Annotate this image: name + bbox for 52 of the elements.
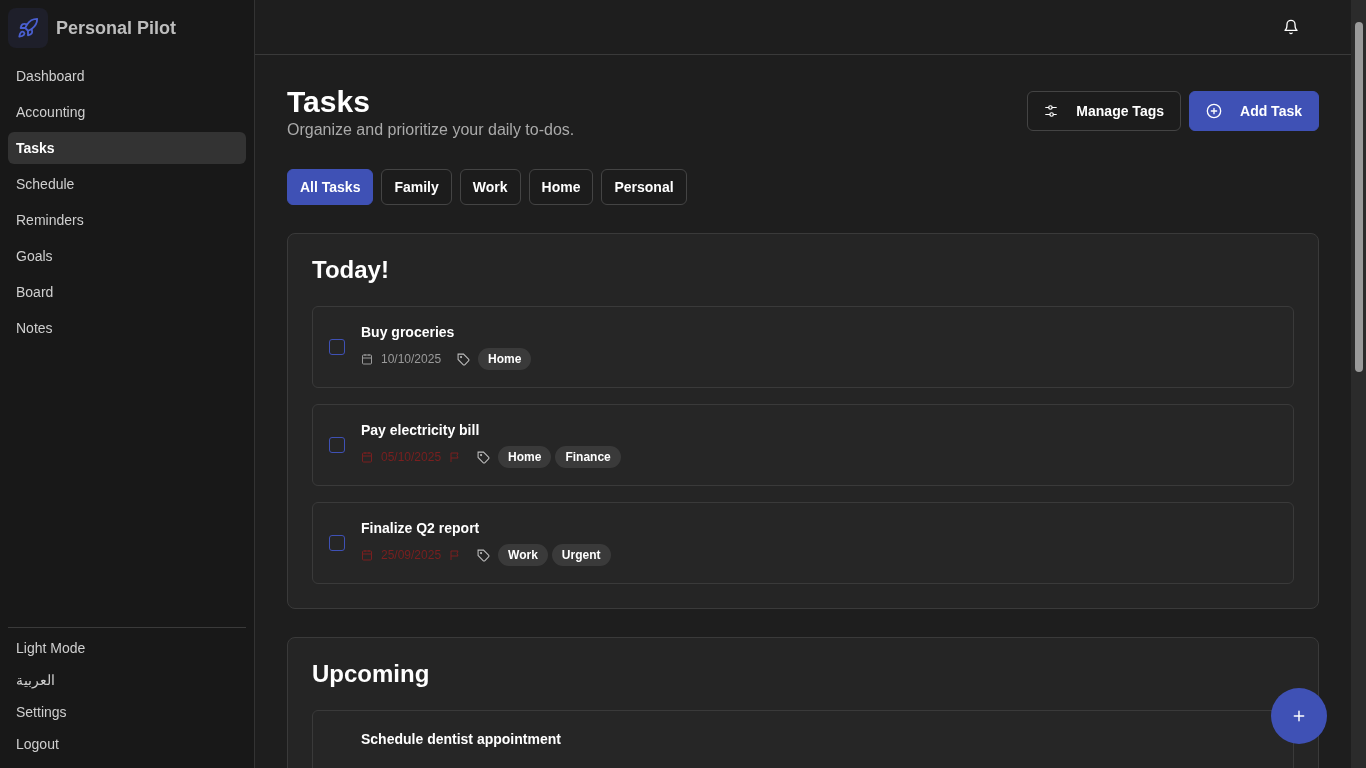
calendar-icon xyxy=(361,353,373,365)
sidebar-item[interactable]: Accounting xyxy=(8,96,246,128)
task-title: Finalize Q2 report xyxy=(361,520,481,536)
plus-icon xyxy=(1292,709,1306,723)
checkbox[interactable] xyxy=(329,535,345,551)
task-title: Pay electricity bill xyxy=(361,422,481,438)
sidebar-item[interactable]: العربية xyxy=(8,664,246,696)
sidebar-item[interactable]: Settings xyxy=(8,696,246,728)
tag-pill: Home xyxy=(498,446,552,468)
section-title: Upcoming xyxy=(312,660,431,688)
flag-icon xyxy=(449,549,462,561)
add-task-button[interactable]: Add Task xyxy=(1189,91,1319,131)
filter-tab[interactable]: Work xyxy=(459,169,521,205)
sidebar-item[interactable]: Logout xyxy=(8,728,246,760)
sidebar-item[interactable]: Goals xyxy=(8,240,246,272)
tag-pill: Work xyxy=(498,544,548,566)
checkbox[interactable] xyxy=(329,437,345,453)
app-name: Personal Pilot xyxy=(56,17,177,39)
task-title: Buy groceries xyxy=(361,324,456,340)
section-title: Today! xyxy=(312,256,390,284)
sidebar-item[interactable]: Notes xyxy=(8,312,246,344)
tag-pill: Finance xyxy=(555,446,621,468)
filter-tab[interactable]: Personal xyxy=(601,169,687,205)
sidebar-item[interactable]: Tasks xyxy=(8,132,246,164)
sidebar-item[interactable]: Reminders xyxy=(8,204,246,236)
rocket-logo-icon xyxy=(8,8,48,48)
calendar-icon xyxy=(361,549,373,561)
calendar-icon xyxy=(361,451,373,463)
sidebar-item[interactable]: Board xyxy=(8,276,246,308)
checkbox[interactable] xyxy=(329,339,345,355)
scrollbar[interactable] xyxy=(1351,0,1366,768)
tag-pill: Home xyxy=(478,348,532,370)
due-date: 25/09/2025 xyxy=(381,548,442,562)
manage-tags-button[interactable]: Manage Tags xyxy=(1027,91,1181,131)
sliders-icon xyxy=(1044,104,1059,118)
tag-icon xyxy=(477,548,491,562)
page-subtitle: Organize and prioritize your daily to-dos. xyxy=(287,121,575,139)
tag-icon xyxy=(477,450,491,464)
page-title: Tasks xyxy=(287,85,371,119)
tag-icon xyxy=(457,352,471,366)
sidebar-item[interactable]: Dashboard xyxy=(8,60,246,92)
due-date: 05/10/2025 xyxy=(381,450,442,464)
sidebar-item[interactable]: Schedule xyxy=(8,168,246,200)
filter-tab[interactable]: Home xyxy=(528,169,594,205)
sidebar-item[interactable]: Light Mode xyxy=(8,632,246,664)
task-title: Schedule dentist appointment xyxy=(361,731,561,747)
due-date: 10/10/2025 xyxy=(381,352,442,366)
flag-icon xyxy=(449,451,462,463)
filter-tab[interactable]: All Tasks xyxy=(287,169,374,205)
filter-tab[interactable]: Family xyxy=(381,169,452,205)
tag-pill: Urgent xyxy=(551,544,611,566)
plus-circle-icon xyxy=(1206,103,1222,119)
